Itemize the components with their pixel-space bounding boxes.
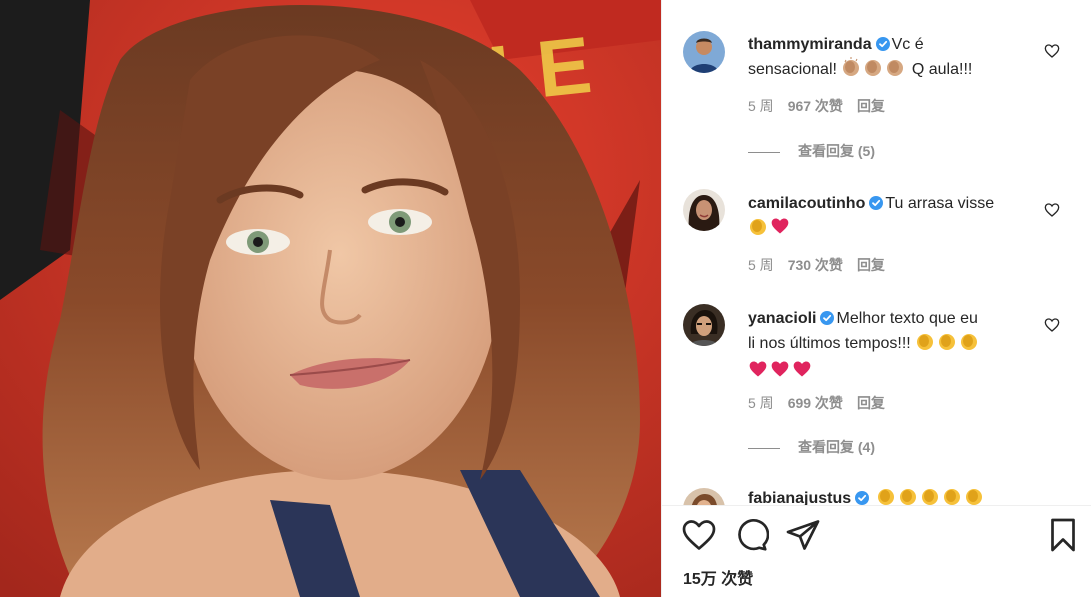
post-like-count[interactable]: 15万 次赞 — [683, 565, 753, 589]
clap-emoji-icon — [885, 57, 905, 85]
comment-time[interactable]: 5 周 — [748, 98, 774, 114]
avatar[interactable] — [683, 304, 725, 346]
divider-line — [748, 447, 780, 449]
comment-like-count[interactable]: 699 次赞 — [788, 395, 843, 411]
comments-panel: thammymiranda Vc é sensacional! Q aula!!!… — [661, 0, 1091, 597]
paper-plane-icon[interactable] — [785, 517, 821, 553]
clap-emoji-icon — [959, 331, 979, 359]
comment-like-heart-icon[interactable] — [1044, 43, 1060, 59]
verified-badge-icon — [875, 37, 890, 51]
comment-username[interactable]: camilacoutinho — [748, 195, 865, 212]
comment-like-heart-icon[interactable] — [1044, 317, 1060, 333]
red-heart-emoji-icon — [748, 359, 768, 387]
clap-emoji-icon — [841, 57, 861, 85]
reply-button[interactable]: 回复 — [857, 257, 885, 273]
comment-body: li nos últimos tempos!!! — [748, 335, 911, 352]
comment-username[interactable]: yanacioli — [748, 310, 816, 327]
comment-username[interactable]: thammymiranda — [748, 36, 872, 53]
verified-badge-icon — [869, 196, 884, 210]
comment-meta: 5 周 730 次赞 回复 — [748, 256, 899, 274]
comment-body: Vc é — [891, 36, 924, 53]
red-heart-emoji-icon — [770, 359, 790, 387]
view-replies-label: 查看回复 (4) — [798, 439, 875, 455]
verified-badge-icon — [820, 311, 835, 325]
comment-body: Q aula!!! — [911, 61, 973, 78]
comment-text: yanacioli Melhor texto que eu li nos últi… — [748, 307, 1028, 387]
comment-text: camilacoutinho Tu arrasa visse — [748, 192, 1028, 244]
comment-text: thammymiranda Vc é sensacional! Q aula!!! — [748, 33, 1028, 85]
clap-emoji-icon — [942, 486, 962, 505]
heart-outline-icon[interactable] — [681, 517, 717, 553]
section-divider — [662, 505, 1091, 506]
comment-time[interactable]: 5 周 — [748, 395, 774, 411]
comment-time[interactable]: 5 周 — [748, 257, 774, 273]
avatar[interactable] — [683, 31, 725, 73]
reply-button[interactable]: 回复 — [857, 395, 885, 411]
view-replies-button[interactable]: 查看回复 (4) — [748, 438, 875, 456]
comment-meta: 5 周 699 次赞 回复 — [748, 394, 899, 412]
clap-emoji-icon — [964, 486, 984, 505]
clap-emoji-icon — [863, 57, 883, 85]
verified-badge-icon — [855, 491, 870, 505]
comment-meta: 5 周 967 次赞 回复 — [748, 97, 899, 115]
red-heart-emoji-icon — [792, 359, 812, 387]
view-replies-button[interactable]: 查看回复 (5) — [748, 142, 875, 160]
bookmark-icon[interactable] — [1045, 517, 1081, 553]
view-replies-label: 查看回复 (5) — [798, 143, 875, 159]
reply-button[interactable]: 回复 — [857, 98, 885, 114]
clap-emoji-icon — [748, 216, 768, 244]
post-photo: LE — [0, 0, 661, 597]
clap-emoji-icon — [915, 331, 935, 359]
comment-like-heart-icon[interactable] — [1044, 202, 1060, 218]
comment-list[interactable]: thammymiranda Vc é sensacional! Q aula!!!… — [662, 0, 1091, 505]
comment-bubble-icon[interactable] — [733, 517, 769, 553]
clap-emoji-icon — [937, 331, 957, 359]
comment-username[interactable]: fabianajustus — [748, 490, 851, 505]
comment-body: Tu arrasa visse — [885, 195, 995, 212]
comment-body: sensacional! — [748, 61, 837, 78]
comment-like-count[interactable]: 967 次赞 — [788, 98, 843, 114]
red-heart-emoji-icon — [770, 216, 790, 244]
avatar[interactable] — [683, 488, 725, 505]
clap-emoji-icon — [898, 486, 918, 505]
divider-line — [748, 151, 780, 153]
comment-text: fabianajustus — [748, 486, 1028, 505]
avatar[interactable] — [683, 189, 725, 231]
clap-emoji-icon — [876, 486, 896, 505]
comment-like-count[interactable]: 730 次赞 — [788, 257, 843, 273]
clap-emoji-icon — [920, 486, 940, 505]
post-actions-bar — [662, 517, 1091, 557]
comment-body: Melhor texto que eu — [836, 310, 978, 327]
